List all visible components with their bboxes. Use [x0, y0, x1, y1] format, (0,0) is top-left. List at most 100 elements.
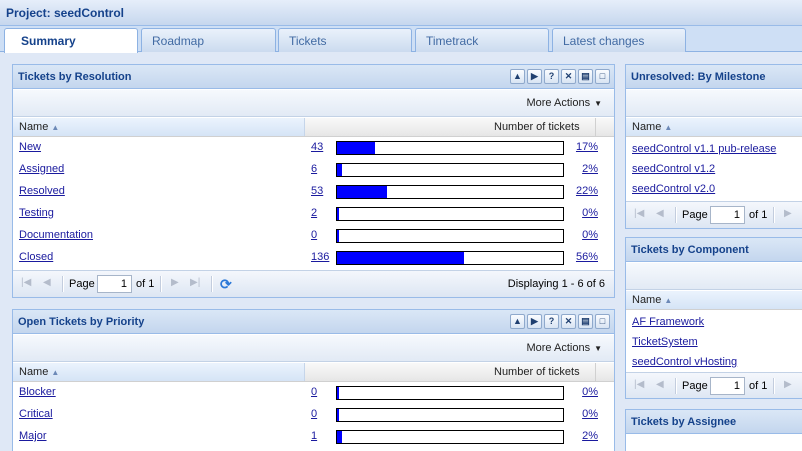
next-page-icon[interactable]: ▶	[171, 277, 179, 288]
row-name-link[interactable]: Testing	[19, 207, 54, 219]
help-icon[interactable]: ?	[544, 314, 559, 329]
panel-header: Unresolved: By Milestone	[626, 65, 802, 89]
maximize-icon[interactable]: □	[595, 69, 610, 84]
progress-bar-fill	[337, 186, 387, 198]
page-of-label: of 1	[136, 278, 155, 290]
list-item[interactable]: seedControl vHosting	[632, 356, 737, 368]
close-icon[interactable]: ✕	[561, 314, 576, 329]
prev-page-icon[interactable]: ◀	[43, 277, 51, 288]
prev-page-icon[interactable]: ◀	[656, 379, 664, 390]
app-window: Project: seedControl Summary Roadmap Tic…	[0, 0, 802, 451]
next-page-icon[interactable]: ▶	[784, 379, 792, 390]
row-count-link[interactable]: 53	[311, 185, 323, 197]
row-name-link[interactable]: Documentation	[19, 229, 93, 241]
pager-divider	[211, 276, 213, 292]
arrow-up-icon[interactable]: ▲	[510, 69, 525, 84]
page-of-label: of 1	[749, 380, 768, 392]
chevron-down-icon: ▼	[594, 344, 602, 353]
row-percent-link[interactable]: 2%	[582, 163, 598, 175]
row-name-link[interactable]: Assigned	[19, 163, 64, 175]
row-name-link[interactable]: Critical	[19, 408, 53, 420]
more-actions-menu[interactable]: More Actions ▼	[526, 342, 602, 354]
grid-column-headers: Name ▲ Number of tickets	[13, 363, 614, 382]
panel-title: Unresolved: By Milestone	[631, 71, 766, 83]
column-header-number-of-tickets[interactable]: Number of tickets	[305, 118, 614, 136]
first-page-icon[interactable]: |◀	[634, 208, 644, 219]
row-percent-link[interactable]: 0%	[582, 408, 598, 420]
progress-bar	[336, 207, 564, 221]
pager-divider	[773, 378, 775, 394]
panel-header: Open Tickets by Priority ▲ ▶? ✕ ▤ □	[13, 310, 614, 334]
column-header-name[interactable]: Name ▲	[13, 118, 305, 136]
first-page-icon[interactable]: |◀	[634, 379, 644, 390]
row-count-link[interactable]: 136	[311, 251, 329, 263]
more-actions-label: More Actions	[526, 342, 591, 354]
list-item[interactable]: seedControl v1.1 pub-release	[632, 143, 776, 155]
arrow-right-icon[interactable]: ▶	[527, 69, 542, 84]
row-percent-link[interactable]: 17%	[576, 141, 598, 153]
row-count-link[interactable]: 6	[311, 163, 317, 175]
panel-unresolved-by-milestone: Unresolved: By Milestone Name ▲ seedContr…	[625, 64, 802, 229]
page-number-input[interactable]	[710, 206, 745, 224]
panel-header: Tickets by Component	[626, 238, 802, 262]
row-count-link[interactable]: 2	[311, 207, 317, 219]
panel-title: Tickets by Resolution	[18, 71, 132, 83]
first-page-icon[interactable]: |◀	[21, 277, 31, 288]
last-page-icon[interactable]: ▶|	[190, 277, 200, 288]
tab-tickets[interactable]: Tickets	[278, 28, 412, 52]
row-count-link[interactable]: 1	[311, 430, 317, 442]
column-header-number-of-tickets[interactable]: Number of tickets	[305, 363, 614, 381]
row-name-link[interactable]: Major	[19, 430, 47, 442]
column-header-name[interactable]: Name ▲	[626, 118, 802, 136]
row-name-link[interactable]: Closed	[19, 251, 53, 263]
pager-divider	[62, 276, 64, 292]
page-number-input[interactable]	[710, 377, 745, 395]
row-count-link[interactable]: 0	[311, 386, 317, 398]
row-name-link[interactable]: Resolved	[19, 185, 65, 197]
row-percent-link[interactable]: 56%	[576, 251, 598, 263]
row-percent-link[interactable]: 0%	[582, 229, 598, 241]
more-actions-menu[interactable]: More Actions ▼	[526, 97, 602, 109]
column-header-label: Number of tickets	[494, 121, 580, 133]
row-percent-link[interactable]: 0%	[582, 386, 598, 398]
panel-tickets-by-assignee: Tickets by Assignee	[625, 409, 802, 451]
pager-divider	[675, 207, 677, 223]
row-percent-link[interactable]: 22%	[576, 185, 598, 197]
tab-latest-changes[interactable]: Latest changes	[552, 28, 686, 52]
close-icon[interactable]: ✕	[561, 69, 576, 84]
prev-page-icon[interactable]: ◀	[656, 208, 664, 219]
print-icon[interactable]: ▤	[578, 314, 593, 329]
progress-bar	[336, 185, 564, 199]
grid-pager: |◀ ◀ Page of 1 ▶ ▶| ⟳ Displaying 1 - 6 o…	[13, 270, 614, 297]
maximize-icon[interactable]: □	[595, 314, 610, 329]
arrow-right-icon[interactable]: ▶	[527, 314, 542, 329]
page-number-input[interactable]	[97, 275, 132, 293]
help-icon[interactable]: ?	[544, 69, 559, 84]
row-name-link[interactable]: New	[19, 141, 41, 153]
tab-timetrack[interactable]: Timetrack	[415, 28, 549, 52]
row-count-link[interactable]: 0	[311, 408, 317, 420]
panel-toolbar	[626, 90, 802, 117]
grid-pager: |◀ ◀ Page of 1 ▶	[626, 372, 802, 398]
row-name-link[interactable]: Blocker	[19, 386, 56, 398]
column-header-label: Name	[19, 121, 49, 133]
row-count-link[interactable]: 0	[311, 229, 317, 241]
refresh-icon[interactable]: ⟳	[220, 276, 232, 293]
panel-header: Tickets by Resolution ▲ ▶? ✕ ▤ □	[13, 65, 614, 89]
list-item[interactable]: TicketSystem	[632, 336, 698, 348]
next-page-icon[interactable]: ▶	[784, 208, 792, 219]
row-percent-link[interactable]: 2%	[582, 430, 598, 442]
row-percent-link[interactable]: 0%	[582, 207, 598, 219]
list-item[interactable]: AF Framework	[632, 316, 704, 328]
tab-roadmap[interactable]: Roadmap	[141, 28, 276, 52]
column-header-name[interactable]: Name ▲	[626, 291, 802, 309]
list-item[interactable]: seedControl v1.2	[632, 163, 715, 175]
table-row: Major 1 2%	[13, 426, 614, 448]
list-item[interactable]: seedControl v2.0	[632, 183, 715, 195]
tab-summary[interactable]: Summary	[4, 28, 138, 53]
print-icon[interactable]: ▤	[578, 69, 593, 84]
column-header-name[interactable]: Name ▲	[13, 363, 305, 381]
row-count-link[interactable]: 43	[311, 141, 323, 153]
table-row: Critical 0 0%	[13, 404, 614, 426]
arrow-up-icon[interactable]: ▲	[510, 314, 525, 329]
